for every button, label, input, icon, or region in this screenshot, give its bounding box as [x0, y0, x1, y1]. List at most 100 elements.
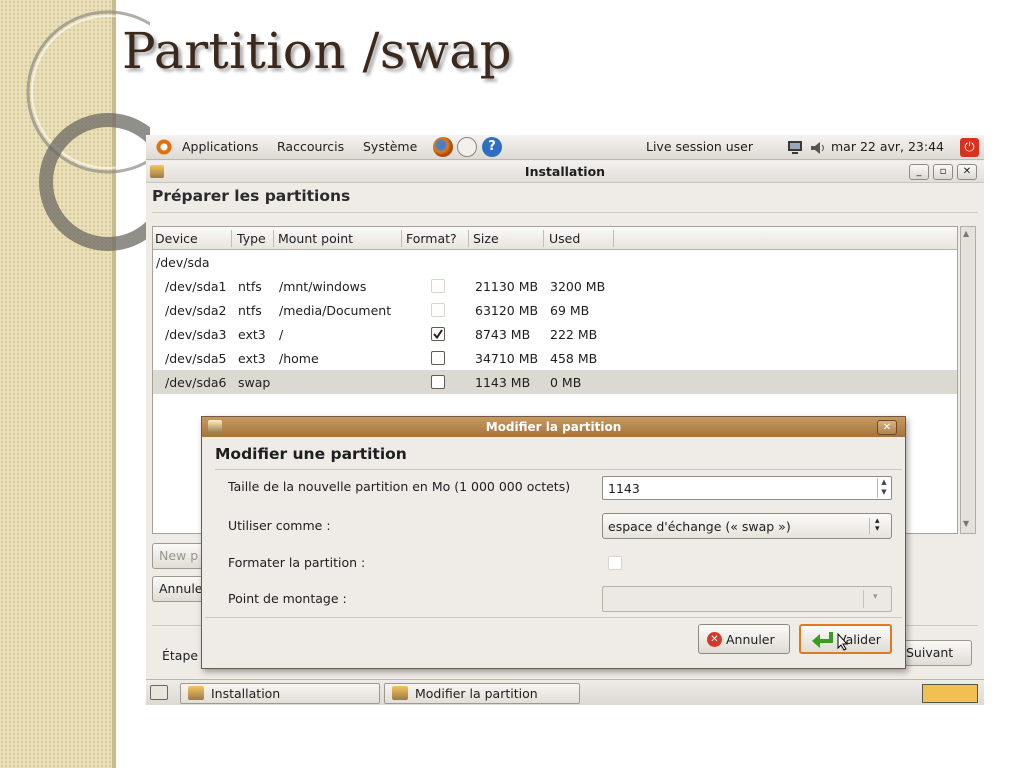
- used: 3200 MB: [550, 279, 606, 294]
- column-separator: [401, 230, 402, 247]
- taskbar-item-modifier-partition[interactable]: Modifier la partition: [384, 683, 580, 704]
- format-checkbox[interactable]: [431, 327, 445, 341]
- scroll-up-arrow[interactable]: ▲: [963, 229, 969, 238]
- divider: [869, 518, 870, 534]
- session-user[interactable]: Live session user: [646, 139, 753, 154]
- step-label: Étape: [162, 648, 199, 663]
- panel-clock[interactable]: mar 22 avr, 23:44: [831, 139, 944, 154]
- type: ext3: [238, 351, 266, 366]
- divider: [205, 617, 902, 618]
- device: /dev/sda6: [165, 375, 227, 390]
- mail-icon[interactable]: [457, 137, 477, 157]
- size-spinbutton[interactable]: 1143 ▲ ▼: [602, 476, 892, 500]
- firefox-icon[interactable]: [433, 137, 453, 157]
- dialog-cancel-button[interactable]: ✕ Annuler: [698, 624, 790, 654]
- page-heading: Préparer les partitions: [152, 187, 351, 205]
- divider: [152, 212, 978, 213]
- column-type[interactable]: Type: [237, 231, 266, 246]
- window-titlebar[interactable]: Installation _ ▫ ✕: [146, 161, 984, 183]
- help-icon[interactable]: ?: [482, 137, 502, 157]
- mount-point-label: Point de montage :: [228, 591, 347, 606]
- spin-up-arrow[interactable]: ▲: [877, 478, 890, 488]
- table-row-disk[interactable]: /dev/sda: [153, 250, 957, 274]
- type: ntfs: [238, 279, 262, 294]
- top-panel: Applications Raccourcis Système ? Live s…: [146, 135, 984, 160]
- table-row[interactable]: /dev/sda2 ntfs /media/Document 63120 MB …: [153, 298, 957, 322]
- close-button[interactable]: ✕: [957, 164, 977, 180]
- column-size[interactable]: Size: [473, 231, 499, 246]
- network-monitor-icon[interactable]: [786, 140, 804, 156]
- used: 0 MB: [550, 375, 582, 390]
- checkmark-icon: [433, 329, 443, 340]
- dialog-ok-button[interactable]: Valider: [799, 624, 892, 654]
- format-checkbox[interactable]: [431, 303, 445, 317]
- updown-arrows-icon: ▴ ▾: [875, 516, 880, 534]
- scroll-down-arrow[interactable]: ▼: [963, 519, 969, 528]
- column-separator: [543, 230, 544, 247]
- use-as-value: espace d'échange (« swap »): [608, 519, 791, 534]
- mount-point: /home: [279, 351, 319, 366]
- device: /dev/sda1: [165, 279, 227, 294]
- device: /dev/sda3: [165, 327, 227, 342]
- column-separator: [231, 230, 232, 247]
- bottom-taskbar: Installation Modifier la partition: [146, 679, 984, 705]
- used: 458 MB: [550, 351, 598, 366]
- use-as-label: Utiliser comme :: [228, 518, 331, 533]
- column-mount-point[interactable]: Mount point: [278, 231, 353, 246]
- show-desktop-icon[interactable]: [150, 685, 168, 700]
- mount-point-combo[interactable]: ▾: [602, 586, 892, 612]
- mount-point: /mnt/windows: [279, 279, 367, 294]
- format-checkbox[interactable]: [431, 375, 445, 389]
- enter-arrow-icon: [812, 632, 833, 648]
- column-device[interactable]: Device: [155, 231, 198, 246]
- use-as-select[interactable]: espace d'échange (« swap ») ▴ ▾: [602, 513, 892, 539]
- format-checkbox[interactable]: [431, 351, 445, 365]
- table-row-selected[interactable]: /dev/sda6 swap 1143 MB 0 MB: [153, 370, 957, 394]
- size-value[interactable]: 1143: [608, 481, 640, 496]
- dialog-title: Modifier la partition: [485, 420, 622, 434]
- menu-applications[interactable]: Applications: [182, 139, 258, 154]
- taskbar-item-installation[interactable]: Installation: [180, 683, 380, 704]
- type: swap: [238, 375, 271, 390]
- menu-raccourcis[interactable]: Raccourcis: [277, 139, 344, 154]
- table-scrollbar[interactable]: ▲ ▼: [960, 226, 976, 534]
- spin-down-arrow[interactable]: ▼: [877, 488, 890, 498]
- size: 34710 MB: [475, 351, 539, 366]
- table-row[interactable]: /dev/sda3 ext3 / 8743 MB 222 MB: [153, 322, 957, 346]
- slide-title: Partition /swap: [122, 22, 513, 80]
- divider: [863, 590, 864, 608]
- dialog-heading: Modifier une partition: [215, 445, 407, 463]
- dialog-titlebar[interactable]: Modifier la partition ✕: [202, 417, 905, 437]
- cancel-label: Annuler: [726, 632, 775, 647]
- format-partition-label: Formater la partition :: [228, 555, 366, 570]
- column-used[interactable]: Used: [549, 231, 580, 246]
- minimize-button[interactable]: _: [909, 164, 929, 180]
- desktop-screenshot: Applications Raccourcis Système ? Live s…: [146, 135, 984, 705]
- ubuntu-logo-icon[interactable]: [154, 137, 174, 157]
- column-separator: [273, 230, 274, 247]
- volume-icon[interactable]: [810, 141, 828, 155]
- column-format[interactable]: Format?: [406, 231, 457, 246]
- table-row[interactable]: /dev/sda1 ntfs /mnt/windows 21130 MB 320…: [153, 274, 957, 298]
- menu-systeme[interactable]: Système: [363, 139, 417, 154]
- workspace-switcher[interactable]: [922, 684, 978, 703]
- format-checkbox[interactable]: [431, 279, 445, 293]
- size-label: Taille de la nouvelle partition en Mo (1…: [228, 479, 571, 494]
- dialog-close-button[interactable]: ✕: [877, 420, 897, 435]
- used: 222 MB: [550, 327, 598, 342]
- size: 1143 MB: [475, 375, 531, 390]
- table-row[interactable]: /dev/sda5 ext3 /home 34710 MB 458 MB: [153, 346, 957, 370]
- device: /dev/sda5: [165, 351, 227, 366]
- device: /dev/sda2: [165, 303, 227, 318]
- shutdown-icon[interactable]: ⏻: [960, 138, 979, 157]
- disk-name: /dev/sda: [156, 255, 210, 270]
- window-title: Installation: [524, 164, 606, 179]
- size: 8743 MB: [475, 327, 531, 342]
- size: 21130 MB: [475, 279, 539, 294]
- size: 63120 MB: [475, 303, 539, 318]
- cancel-icon: ✕: [707, 632, 722, 647]
- used: 69 MB: [550, 303, 590, 318]
- format-partition-checkbox[interactable]: [608, 556, 622, 570]
- maximize-button[interactable]: ▫: [933, 164, 953, 180]
- type: ntfs: [238, 303, 262, 318]
